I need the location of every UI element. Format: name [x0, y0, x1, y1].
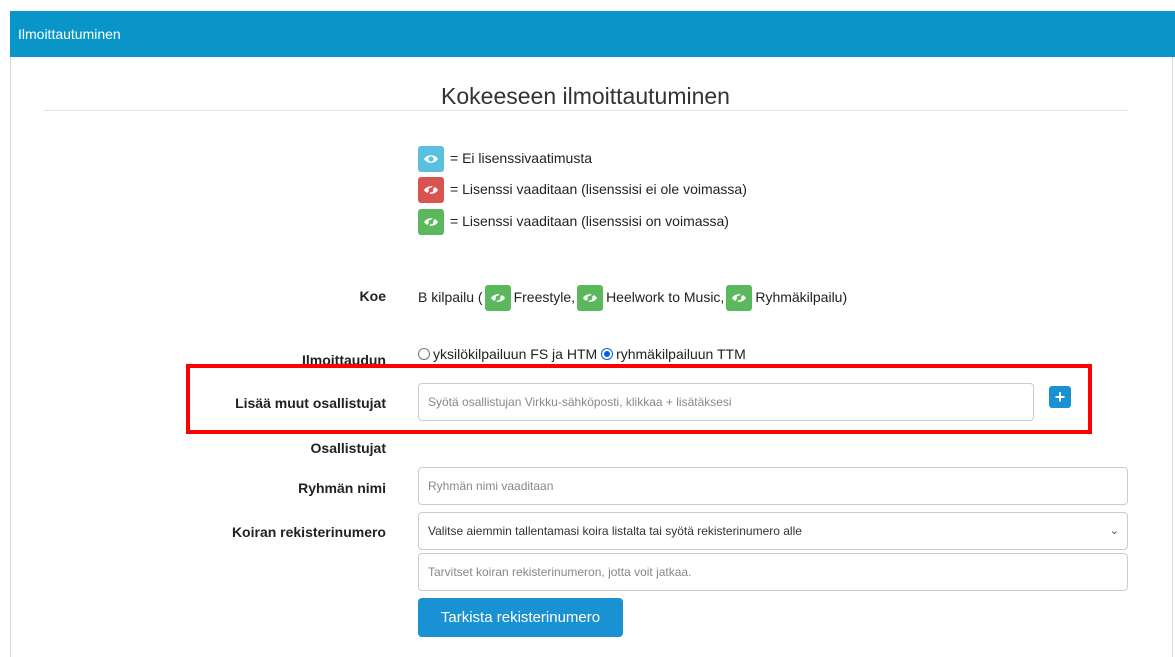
eye-slash-icon: [418, 209, 444, 236]
chevron-down-icon: ⌄: [1109, 525, 1119, 537]
group-name-input[interactable]: Ryhmän nimi vaaditaan: [418, 467, 1128, 505]
dog-reg-label: Koiran rekisterinumero: [231, 524, 386, 540]
registration-type-radios: yksilökilpailuun FS ja HTM ryhmäkilpailu…: [418, 346, 746, 362]
eye-slash-icon: [726, 285, 753, 312]
radio-individual[interactable]: [418, 348, 430, 360]
koe-value: B kilpailu (Freestyle, Heelwork to Music,…: [418, 284, 847, 312]
participants-label: Osallistujat: [310, 440, 386, 456]
eye-slash-icon: [418, 177, 444, 204]
header-title: Ilmoittautuminen: [18, 26, 121, 42]
legend-license-valid: = Lisenssi vaaditaan (lisenssisi on voim…: [418, 208, 729, 236]
ilmoittaudun-label: Ilmoittaudun: [302, 352, 386, 368]
check-reg-button[interactable]: Tarkista rekisterinumero: [418, 598, 623, 637]
divider: [44, 110, 1128, 111]
dog-select[interactable]: Valitse aiemmin tallentamasi koira lista…: [418, 512, 1128, 550]
add-participants-label: Lisää muut osallistujat: [235, 395, 386, 411]
legend-no-license: = Ei lisenssivaatimusta: [418, 145, 592, 173]
participant-email-input[interactable]: Syötä osallistujan Virkku-sähköposti, kl…: [418, 383, 1034, 421]
group-name-label: Ryhmän nimi: [298, 480, 386, 496]
eye-slash-icon: [484, 285, 511, 312]
koe-label: Koe: [359, 288, 386, 304]
dog-reg-input[interactable]: Tarvitset koiran rekisterinumeron, jotta…: [418, 553, 1128, 591]
page-title: Kokeeseen ilmoittautuminen: [441, 83, 730, 109]
radio-group[interactable]: [601, 348, 614, 360]
eye-slash-icon: [577, 285, 604, 312]
legend-license-invalid: = Lisenssi vaaditaan (lisenssisi ei ole …: [418, 176, 747, 204]
eye-icon: [418, 146, 444, 173]
add-participant-button[interactable]: +: [1049, 386, 1071, 408]
header-bar: Ilmoittautuminen: [10, 11, 1175, 57]
